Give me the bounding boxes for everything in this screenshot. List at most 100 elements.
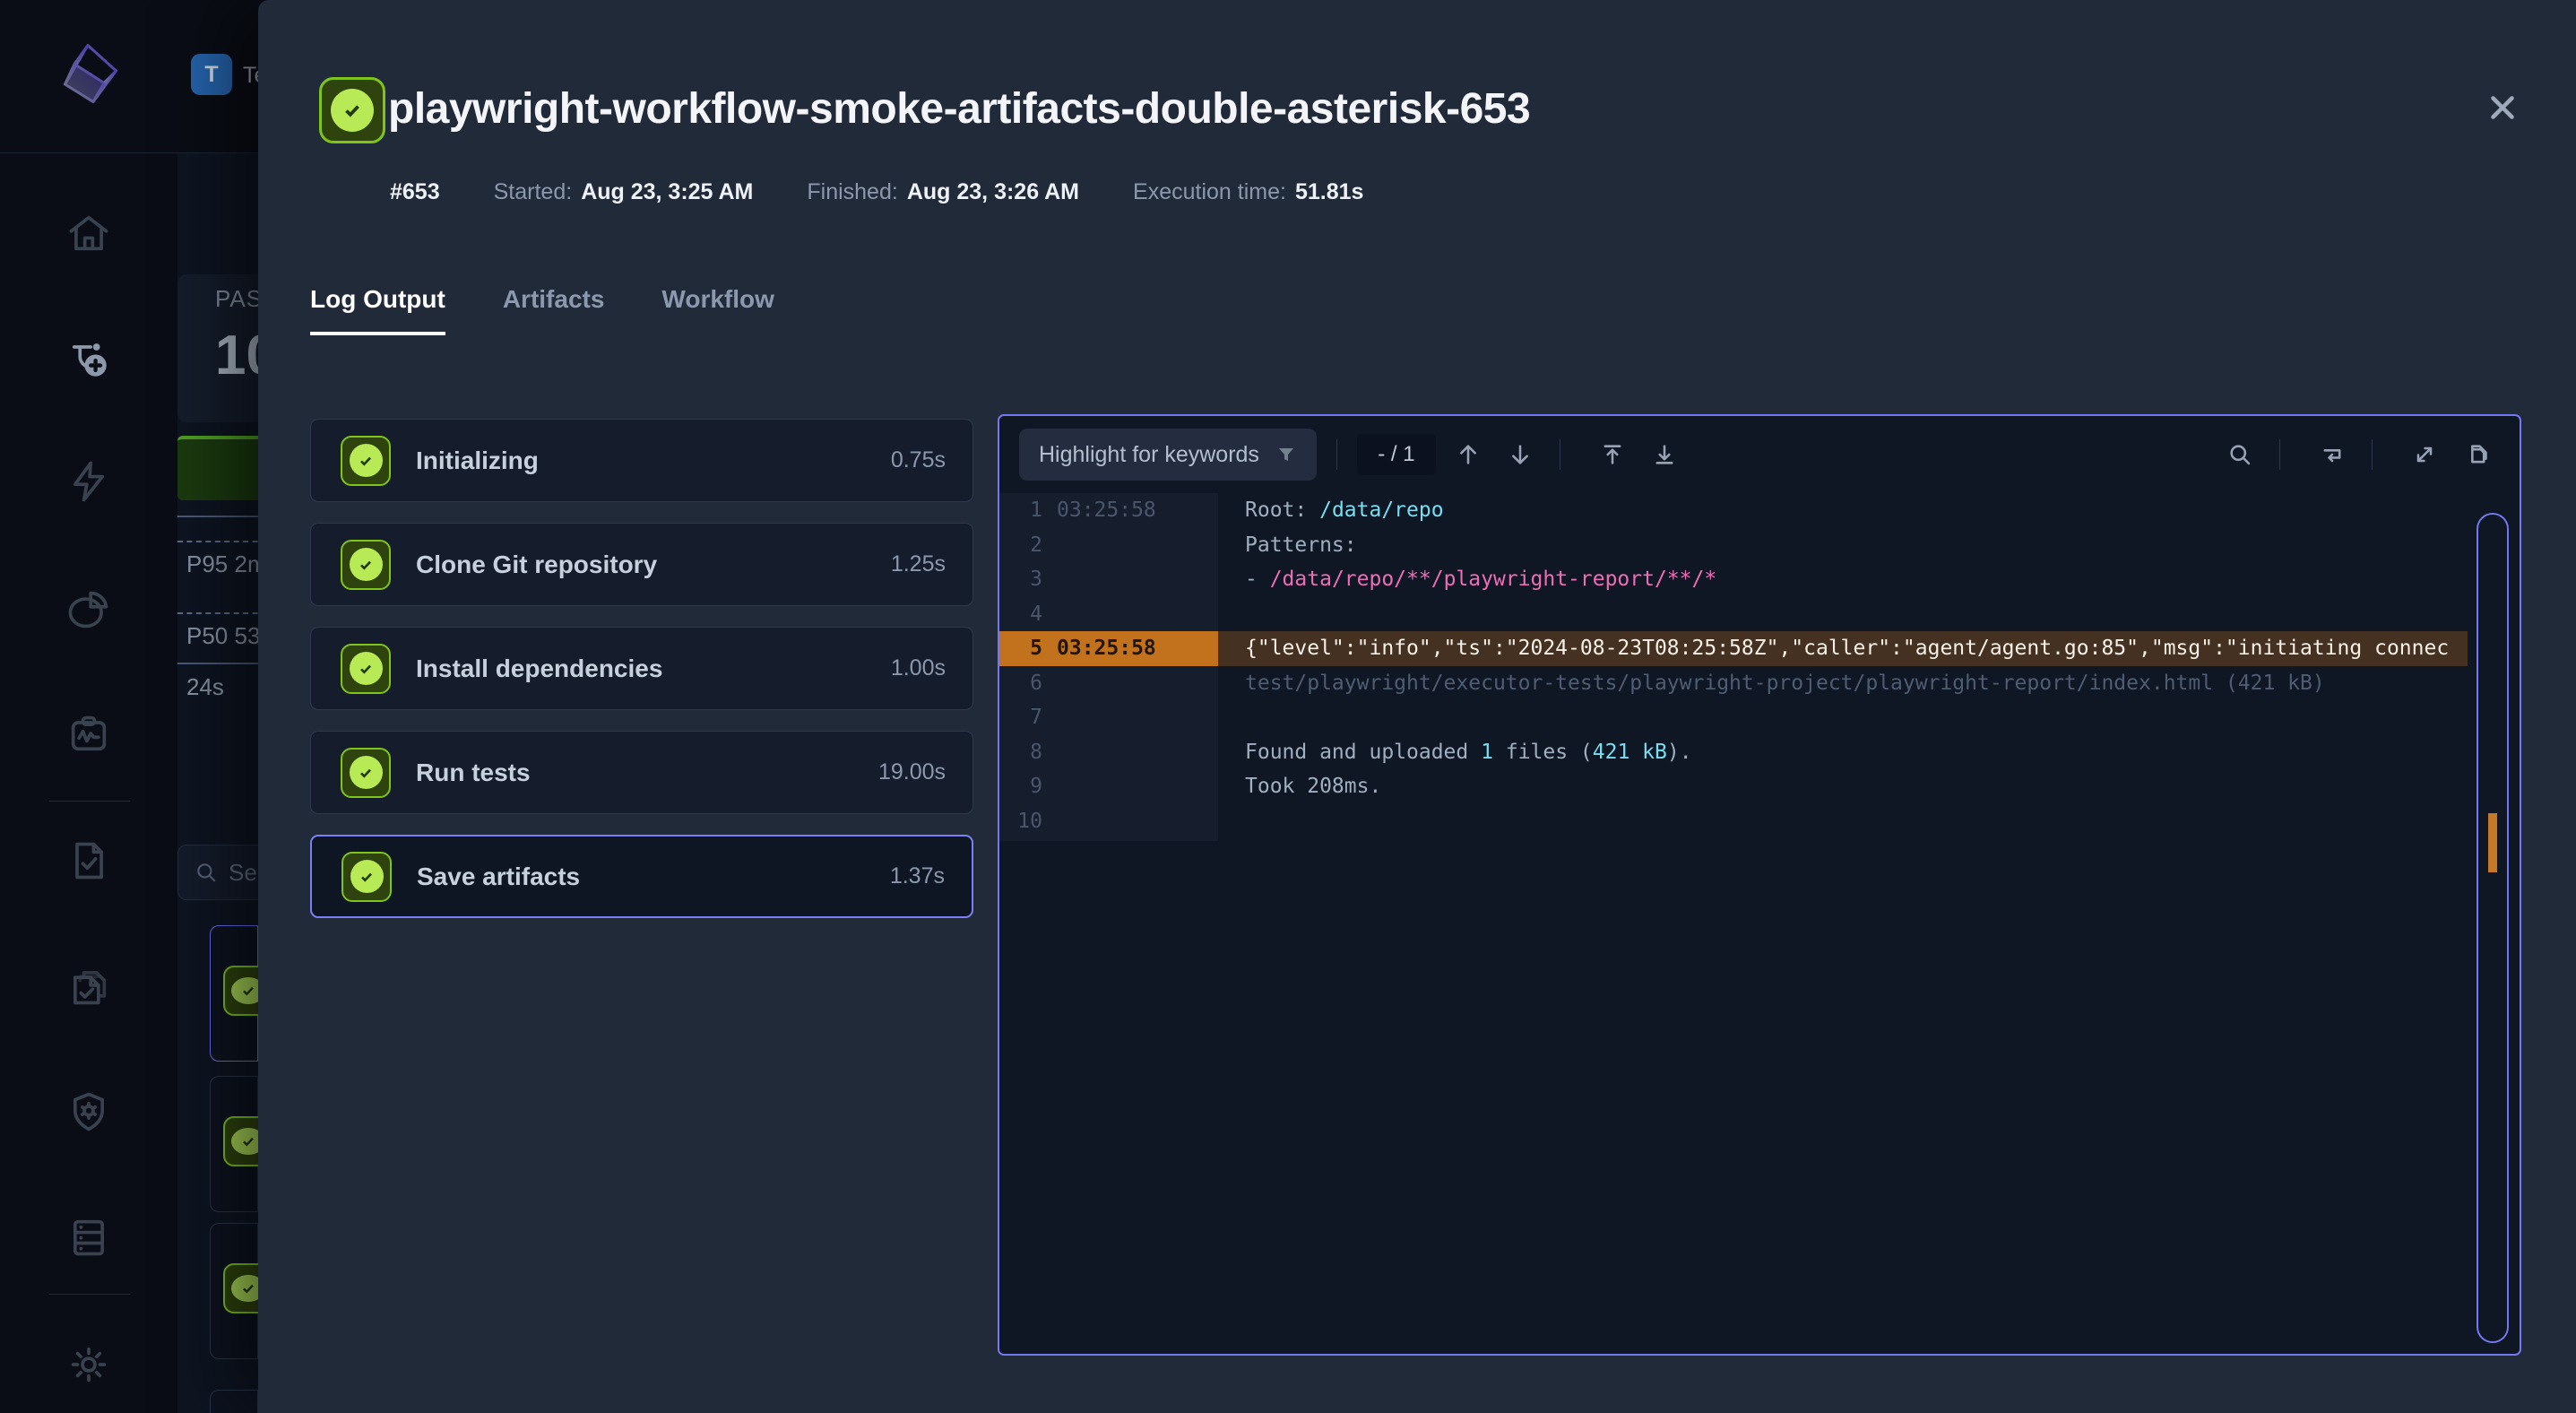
line-timestamp <box>1057 666 1218 701</box>
execution-card[interactable] <box>210 1076 258 1212</box>
run-number: #653 <box>390 179 440 205</box>
background-app: T Te PAS 10 P95 2m P50 53s 24s Se <box>0 0 258 1413</box>
step-duration: 1.25s <box>891 551 946 577</box>
search-placeholder: Se <box>229 859 257 887</box>
p50-label: P50 53s <box>186 622 258 650</box>
step-duration: 1.37s <box>890 863 945 889</box>
line-number: 4 <box>999 597 1057 632</box>
wrap-lines-button[interactable] <box>2312 435 2352 474</box>
next-match-button[interactable] <box>1500 435 1540 474</box>
passed-badge-icon <box>223 1116 258 1166</box>
line-text: {"level":"info","ts":"2024-08-23T08:25:5… <box>1218 631 2468 666</box>
execution-card[interactable] <box>210 925 258 1062</box>
line-timestamp <box>1057 597 1218 632</box>
settings-gear-icon <box>65 1341 112 1388</box>
sidebar-item-monitor[interactable] <box>63 708 115 760</box>
sidebar-item-triggers[interactable] <box>63 455 115 507</box>
sidebar-item-webhooks-shield[interactable] <box>63 1086 115 1138</box>
sidebar-item-test-doc[interactable] <box>63 835 115 887</box>
highlight-keywords-dropdown[interactable]: Highlight for keywords <box>1019 429 1317 481</box>
line-number: 9 <box>999 769 1057 804</box>
log-line-8[interactable]: 8Found and uploaded 1 files (421 kB). <box>999 735 2520 770</box>
triggers-icon <box>65 458 112 505</box>
step-duration: 0.75s <box>891 447 946 473</box>
step-duration: 19.00s <box>878 759 946 785</box>
fullscreen-button[interactable] <box>2405 435 2444 474</box>
log-line-3[interactable]: 3- /data/repo/**/playwright-report/**/* <box>999 562 2520 597</box>
execution-card[interactable] <box>210 1223 258 1359</box>
filter-funnel-icon <box>1275 444 1297 465</box>
log-viewer: Highlight for keywords - / 1 <box>998 414 2521 1356</box>
log-line-4[interactable]: 4 <box>999 597 2520 632</box>
sidebar-item-home[interactable] <box>63 207 115 259</box>
step-name: Run tests <box>416 759 531 787</box>
p95-line <box>177 541 258 542</box>
step-clone-git-repository[interactable]: Clone Git repository 1.25s <box>310 523 973 606</box>
line-number: 10 <box>999 804 1057 839</box>
log-line-1[interactable]: 103:25:58Root: /data/repo <box>999 493 2520 528</box>
run-title: playwright-workflow-smoke-artifacts-doub… <box>388 84 1530 134</box>
step-save-artifacts[interactable]: Save artifacts1.37s <box>310 835 973 918</box>
line-timestamp <box>1057 700 1218 735</box>
sidebar-item-test-suites[interactable] <box>63 960 115 1012</box>
sidebar-item-add-test[interactable] <box>63 333 115 385</box>
step-install-dependencies[interactable]: Install dependencies1.00s <box>310 627 973 710</box>
background-panel: PAS 10 P95 2m P50 53s 24s Se <box>177 153 258 1413</box>
step-passed-icon <box>341 748 391 798</box>
sidebar-item-settings-gear[interactable] <box>63 1339 115 1391</box>
log-scrollbar[interactable] <box>2477 513 2509 1343</box>
webhooks-shield-icon <box>65 1088 112 1135</box>
brand-cube-logo <box>56 41 120 106</box>
pass-stat-value: 10 <box>215 324 258 387</box>
log-line-2[interactable]: 2Patterns: <box>999 528 2520 563</box>
log-line-7[interactable]: 7 <box>999 700 2520 735</box>
toolbar-divider <box>1336 439 1337 470</box>
execution-card[interactable] <box>210 1390 258 1413</box>
highlight-keywords-label: Highlight for keywords <box>1039 442 1259 468</box>
line-text <box>1218 700 2468 735</box>
log-line-10[interactable]: 10 <box>999 804 2520 839</box>
log-line-6[interactable]: 6test/playwright/executor-tests/playwrig… <box>999 666 2520 701</box>
step-name: Initializing <box>416 446 539 475</box>
step-initializing[interactable]: Initializing 0.75s <box>310 419 973 502</box>
step-passed-icon <box>341 540 391 590</box>
monitor-icon <box>65 711 112 758</box>
line-text: Found and uploaded 1 files (421 kB). <box>1218 735 2468 770</box>
scroll-to-bottom-button[interactable] <box>1645 435 1684 474</box>
dashboard-pie-icon <box>65 586 112 633</box>
line-number: 3 <box>999 562 1057 597</box>
step-name: Install dependencies <box>416 654 662 683</box>
log-line-5[interactable]: 503:25:58{"level":"info","ts":"2024-08-2… <box>999 631 2520 666</box>
executors-server-icon <box>65 1214 112 1261</box>
line-timestamp <box>1057 769 1218 804</box>
run-meta: #653 Started: Aug 23, 3:25 AM Finished: … <box>390 179 1363 205</box>
line-text: Root: /data/repo <box>1218 493 2468 528</box>
sidebar-item-dashboard-pie[interactable] <box>63 584 115 636</box>
toolbar-divider <box>2279 439 2280 470</box>
tab-bar: Log Output Artifacts Workflow <box>310 285 774 335</box>
step-passed-icon <box>341 436 391 486</box>
tab-log-output[interactable]: Log Output <box>310 285 445 335</box>
search-icon <box>194 861 218 884</box>
line-timestamp: 03:25:58 <box>1057 631 1218 666</box>
tab-artifacts[interactable]: Artifacts <box>503 285 605 335</box>
workspace-avatar[interactable]: T <box>191 54 232 95</box>
pass-stat-label: PAS <box>215 285 258 313</box>
sidebar-divider <box>49 1294 130 1295</box>
prev-match-button[interactable] <box>1448 435 1488 474</box>
sidebar-item-executors-server[interactable] <box>63 1211 115 1263</box>
line-number: 7 <box>999 700 1057 735</box>
close-button[interactable] <box>2477 82 2528 133</box>
line-text <box>1218 597 2468 632</box>
search-log-button[interactable] <box>2220 435 2260 474</box>
chart-bar <box>177 436 258 500</box>
step-passed-icon <box>341 644 391 694</box>
search-input[interactable]: Se <box>177 845 258 900</box>
step-run-tests[interactable]: Run tests 19.00s <box>310 731 973 814</box>
log-line-9[interactable]: 9Took 208ms. <box>999 769 2520 804</box>
copy-log-button[interactable] <box>2457 435 2496 474</box>
scroll-to-top-button[interactable] <box>1593 435 1632 474</box>
step-name: Clone Git repository <box>416 550 657 579</box>
highlight-marker <box>2488 813 2497 872</box>
tab-workflow[interactable]: Workflow <box>661 285 774 335</box>
